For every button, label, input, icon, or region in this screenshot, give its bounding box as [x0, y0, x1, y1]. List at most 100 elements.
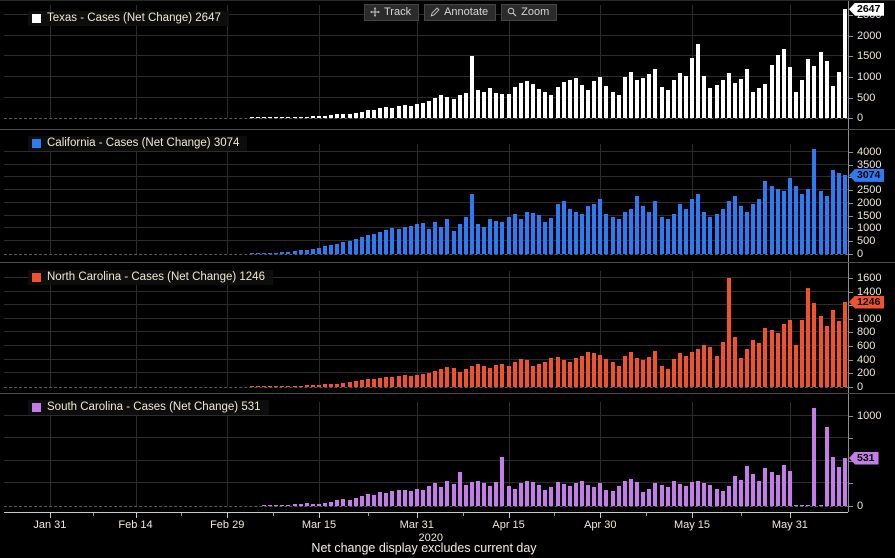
- bar[interactable]: [537, 89, 541, 118]
- bar[interactable]: [445, 481, 449, 506]
- bar[interactable]: [574, 212, 578, 255]
- bar[interactable]: [660, 366, 664, 387]
- bar[interactable]: [568, 80, 572, 118]
- bar[interactable]: [678, 484, 682, 506]
- bar[interactable]: [390, 108, 394, 118]
- bar[interactable]: [708, 485, 712, 506]
- bar[interactable]: [678, 204, 682, 254]
- bar[interactable]: [439, 487, 443, 506]
- bar[interactable]: [660, 87, 664, 118]
- bar[interactable]: [439, 227, 443, 254]
- bar[interactable]: [721, 80, 725, 118]
- bar[interactable]: [598, 77, 602, 118]
- bar[interactable]: [825, 196, 829, 254]
- bar[interactable]: [415, 489, 419, 506]
- bar[interactable]: [592, 487, 596, 506]
- legend-south-carolina[interactable]: South Carolina - Cases (Net Change) 531: [28, 400, 269, 415]
- bar[interactable]: [280, 386, 284, 387]
- bar[interactable]: [611, 491, 615, 506]
- legend-north-carolina[interactable]: North Carolina - Cases (Net Change) 1246: [28, 270, 273, 285]
- bar[interactable]: [733, 337, 737, 387]
- bar[interactable]: [696, 481, 700, 507]
- bar[interactable]: [788, 67, 792, 118]
- bar[interactable]: [470, 366, 474, 387]
- bar[interactable]: [806, 288, 810, 387]
- bar[interactable]: [286, 252, 290, 254]
- bar[interactable]: [439, 369, 443, 387]
- bar[interactable]: [763, 468, 767, 506]
- bar[interactable]: [360, 112, 364, 118]
- bar[interactable]: [721, 342, 725, 387]
- bar[interactable]: [598, 355, 602, 387]
- bar[interactable]: [488, 219, 492, 254]
- bar[interactable]: [335, 114, 339, 118]
- bar[interactable]: [556, 87, 560, 118]
- bar[interactable]: [317, 116, 321, 118]
- bar[interactable]: [305, 503, 309, 506]
- bar[interactable]: [299, 504, 303, 506]
- bar[interactable]: [843, 175, 847, 254]
- bar[interactable]: [556, 482, 560, 506]
- bar[interactable]: [647, 74, 651, 118]
- zoom-button[interactable]: Zoom: [501, 4, 557, 21]
- bar[interactable]: [445, 219, 449, 254]
- bar[interactable]: [629, 479, 633, 506]
- bar[interactable]: [293, 117, 297, 118]
- bar[interactable]: [653, 201, 657, 254]
- bar[interactable]: [812, 408, 816, 506]
- bar[interactable]: [397, 229, 401, 254]
- bar[interactable]: [513, 489, 517, 506]
- bar[interactable]: [482, 483, 486, 506]
- bar[interactable]: [341, 383, 345, 387]
- bar[interactable]: [715, 489, 719, 506]
- bar[interactable]: [433, 98, 437, 118]
- bar[interactable]: [427, 486, 431, 506]
- bar[interactable]: [556, 357, 560, 387]
- bar[interactable]: [800, 194, 804, 254]
- bar[interactable]: [788, 320, 792, 387]
- bar[interactable]: [378, 108, 382, 118]
- bar[interactable]: [794, 505, 798, 506]
- bar[interactable]: [268, 386, 272, 387]
- bar[interactable]: [653, 69, 657, 118]
- bar[interactable]: [494, 365, 498, 387]
- bar[interactable]: [586, 206, 590, 254]
- bar[interactable]: [800, 80, 804, 118]
- bar[interactable]: [782, 191, 786, 254]
- bar[interactable]: [837, 72, 841, 118]
- bar[interactable]: [782, 465, 786, 506]
- bar[interactable]: [488, 88, 492, 118]
- annotate-button[interactable]: Annotate: [424, 4, 496, 21]
- bar[interactable]: [549, 218, 553, 254]
- bar[interactable]: [641, 206, 645, 254]
- bar[interactable]: [721, 209, 725, 254]
- bar[interactable]: [280, 117, 284, 118]
- bar[interactable]: [274, 386, 278, 387]
- bar[interactable]: [354, 113, 358, 118]
- bar[interactable]: [843, 458, 847, 506]
- bar[interactable]: [543, 92, 547, 118]
- bar[interactable]: [537, 215, 541, 254]
- bar[interactable]: [341, 114, 345, 119]
- bar[interactable]: [409, 491, 413, 506]
- bar[interactable]: [678, 353, 682, 387]
- bar[interactable]: [837, 321, 841, 387]
- bar[interactable]: [825, 427, 829, 506]
- bar[interactable]: [262, 117, 266, 118]
- bar[interactable]: [262, 505, 266, 506]
- bar[interactable]: [617, 486, 621, 506]
- bar[interactable]: [806, 59, 810, 118]
- bar[interactable]: [794, 345, 798, 387]
- bar[interactable]: [445, 367, 449, 387]
- bar[interactable]: [788, 178, 792, 254]
- bar[interactable]: [464, 93, 468, 118]
- bar[interactable]: [409, 226, 413, 254]
- bar[interactable]: [623, 77, 627, 118]
- bar[interactable]: [293, 386, 297, 387]
- bar[interactable]: [672, 359, 676, 387]
- bar[interactable]: [360, 496, 364, 506]
- bar[interactable]: [653, 351, 657, 387]
- bar[interactable]: [531, 366, 535, 387]
- bar[interactable]: [549, 487, 553, 506]
- plot-area-south-carolina[interactable]: [4, 402, 848, 507]
